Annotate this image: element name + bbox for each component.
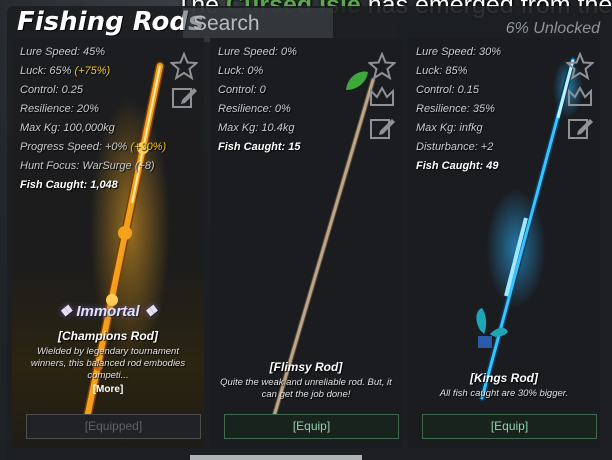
stat-lure-speed: Lure Speed: 30% bbox=[416, 46, 502, 58]
equip-button[interactable]: [Equip] bbox=[422, 414, 597, 439]
rod-card-champions[interactable]: Lure Speed: 45% Luck: 65% (+75%) Control… bbox=[12, 38, 204, 447]
stat-max-kg: Max Kg: 10.4kg bbox=[218, 122, 295, 134]
stat-control: Control: 0.15 bbox=[416, 84, 479, 96]
edit-icon[interactable] bbox=[566, 114, 594, 142]
rod-description: Quite the weak and unreliable rod. But, … bbox=[220, 377, 392, 400]
rod-actions bbox=[368, 52, 400, 145]
unlocked-percent: 6% Unlocked bbox=[505, 20, 600, 37]
rod-name: [Kings Rod] bbox=[470, 371, 538, 385]
stat-max-kg: Max Kg: 100,000kg bbox=[20, 122, 115, 134]
rod-card-kings[interactable]: Lure Speed: 30% Luck: 85% Control: 0.15 … bbox=[408, 38, 600, 447]
stat-fish-caught: Fish Caught: 15 bbox=[218, 141, 301, 153]
progress-bonus: (+30%) bbox=[130, 141, 167, 153]
search-input[interactable]: Search bbox=[183, 8, 333, 42]
stat-control: Control: 0.25 bbox=[20, 84, 83, 96]
rod-name: [Flimsy Rod] bbox=[269, 360, 343, 374]
rod-stats: Lure Speed: 45% Luck: 65% (+75%) Control… bbox=[20, 43, 180, 195]
stat-luck: Luck: 85% bbox=[416, 65, 468, 77]
rod-name: [Champions Rod] bbox=[58, 329, 158, 343]
panel-header: Fishing Rods Search 6% Unlocked bbox=[7, 6, 612, 42]
star-icon[interactable] bbox=[566, 52, 594, 80]
stat-resilience: Resilience: 0% bbox=[218, 103, 291, 115]
rod-stats: Lure Speed: 30% Luck: 85% Control: 0.15 … bbox=[416, 43, 576, 176]
crown-icon[interactable] bbox=[368, 83, 396, 111]
crown-icon[interactable] bbox=[566, 83, 594, 111]
rod-card-flimsy[interactable]: Lure Speed: 0% Luck: 0% Control: 0 Resil… bbox=[210, 38, 402, 447]
rod-actions bbox=[170, 52, 202, 114]
horizontal-scrollbar[interactable] bbox=[190, 455, 362, 460]
rod-description: Wielded by legendary tournament winners,… bbox=[30, 346, 186, 381]
edit-icon[interactable] bbox=[368, 114, 396, 142]
equip-button[interactable]: [Equip] bbox=[224, 414, 399, 439]
rod-actions bbox=[566, 52, 598, 145]
page-title: Fishing Rods bbox=[17, 7, 204, 37]
stat-fish-caught: Fish Caught: 1,048 bbox=[20, 179, 118, 191]
stat-max-kg: Max Kg: infkg bbox=[416, 122, 483, 134]
stat-progress-speed: Progress Speed: +0% (+30%) bbox=[20, 141, 167, 153]
stat-hunt-focus: Hunt Focus: WarSurge (+8) bbox=[20, 160, 155, 172]
equipped-button[interactable]: [Equipped] bbox=[26, 414, 201, 439]
rod-description: All fish caught are 30% bigger. bbox=[439, 388, 569, 399]
rod-stats: Lure Speed: 0% Luck: 0% Control: 0 Resil… bbox=[218, 43, 378, 157]
stat-lure-speed: Lure Speed: 0% bbox=[218, 46, 297, 58]
luck-bonus: (+75%) bbox=[74, 65, 111, 77]
stat-disturbance: Disturbance: +2 bbox=[416, 141, 494, 153]
stat-luck: Luck: 0% bbox=[218, 65, 264, 77]
stat-fish-caught: Fish Caught: 49 bbox=[416, 160, 499, 172]
more-link[interactable]: [More] bbox=[12, 384, 204, 395]
star-icon[interactable] bbox=[170, 52, 198, 80]
star-icon[interactable] bbox=[368, 52, 396, 80]
rarity-label: ❖ Immortal ❖ bbox=[58, 303, 158, 320]
stat-resilience: Resilience: 20% bbox=[20, 103, 99, 115]
stat-resilience: Resilience: 35% bbox=[416, 103, 495, 115]
edit-icon[interactable] bbox=[170, 83, 198, 111]
stat-control: Control: 0 bbox=[218, 84, 266, 96]
stat-lure-speed: Lure Speed: 45% bbox=[20, 46, 106, 58]
stat-luck: Luck: 65% (+75%) bbox=[20, 65, 111, 77]
